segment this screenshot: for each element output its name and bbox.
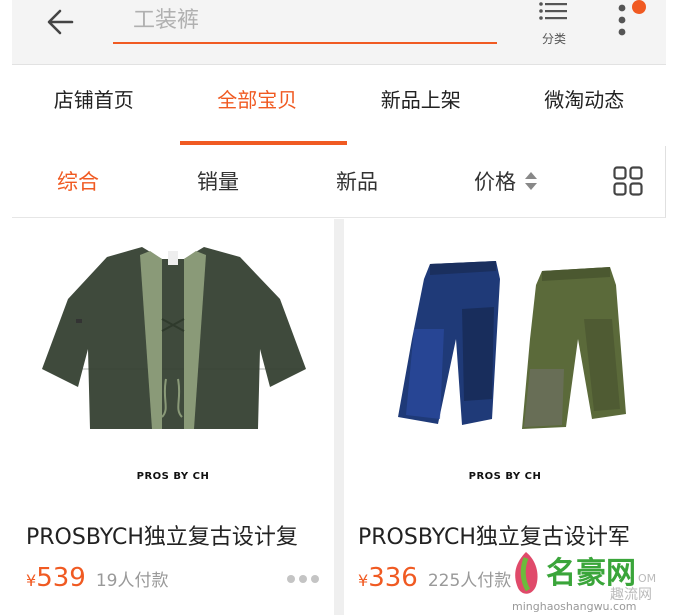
shop-page: 分类 店铺首页 全部宝贝 新品上架 微淘动态 综合 销量 新品 价格 (12, 0, 666, 615)
site-watermark: 名豪网 OM 趣流网 minghaoshangwu.com (500, 548, 680, 615)
product-card[interactable]: PROS BY CH PROSBYCH独立复古设计复 ¥539 19人付款 (12, 219, 334, 615)
category-button[interactable]: 分类 (532, 0, 576, 50)
watermark-logo-icon (515, 552, 538, 594)
watermark-url: minghaoshangwu.com (512, 600, 637, 613)
more-menu-button[interactable] (610, 0, 650, 50)
sort-overall[interactable]: 综合 (57, 146, 99, 218)
sort-price-label: 价格 (474, 170, 516, 194)
category-label: 分类 (541, 32, 566, 46)
search-header: 分类 (12, 0, 666, 65)
product-image-pants[interactable] (344, 219, 666, 499)
sort-bar: 综合 销量 新品 价格 (12, 146, 666, 218)
sort-sales[interactable]: 销量 (197, 146, 239, 218)
tab-shop-home[interactable]: 店铺首页 (12, 65, 176, 145)
sold-count: 225人付款 (427, 571, 512, 591)
product-price: ¥539 (26, 563, 86, 593)
product-price: ¥336 (358, 563, 418, 593)
sort-price[interactable]: 价格 (474, 146, 538, 218)
tab-all-items[interactable]: 全部宝贝 (176, 65, 347, 145)
price-row: ¥539 19人付款 (26, 563, 326, 603)
list-icon (539, 2, 567, 20)
product-brand: PROS BY CH (468, 471, 542, 482)
grid-view-icon[interactable] (613, 166, 643, 196)
search-input[interactable] (113, 0, 493, 40)
product-brand: PROS BY CH (136, 471, 210, 482)
product-image-jacket[interactable] (12, 219, 334, 499)
shop-tabs: 店铺首页 全部宝贝 新品上架 微淘动态 (12, 65, 666, 145)
more-dots-icon[interactable] (286, 573, 320, 585)
search-box[interactable] (113, 0, 497, 44)
back-arrow-icon[interactable] (42, 4, 82, 40)
sort-new[interactable]: 新品 (336, 146, 378, 218)
notification-dot (632, 0, 646, 14)
tab-new-arrivals[interactable]: 新品上架 (339, 65, 503, 145)
sort-arrows-icon (525, 172, 537, 190)
product-title[interactable]: PROSBYCH独立复古设计军 (358, 519, 658, 551)
product-title[interactable]: PROSBYCH独立复古设计复 (26, 519, 326, 551)
tab-weitao-feed[interactable]: 微淘动态 (503, 65, 667, 145)
sold-count: 19人付款 (95, 571, 169, 591)
